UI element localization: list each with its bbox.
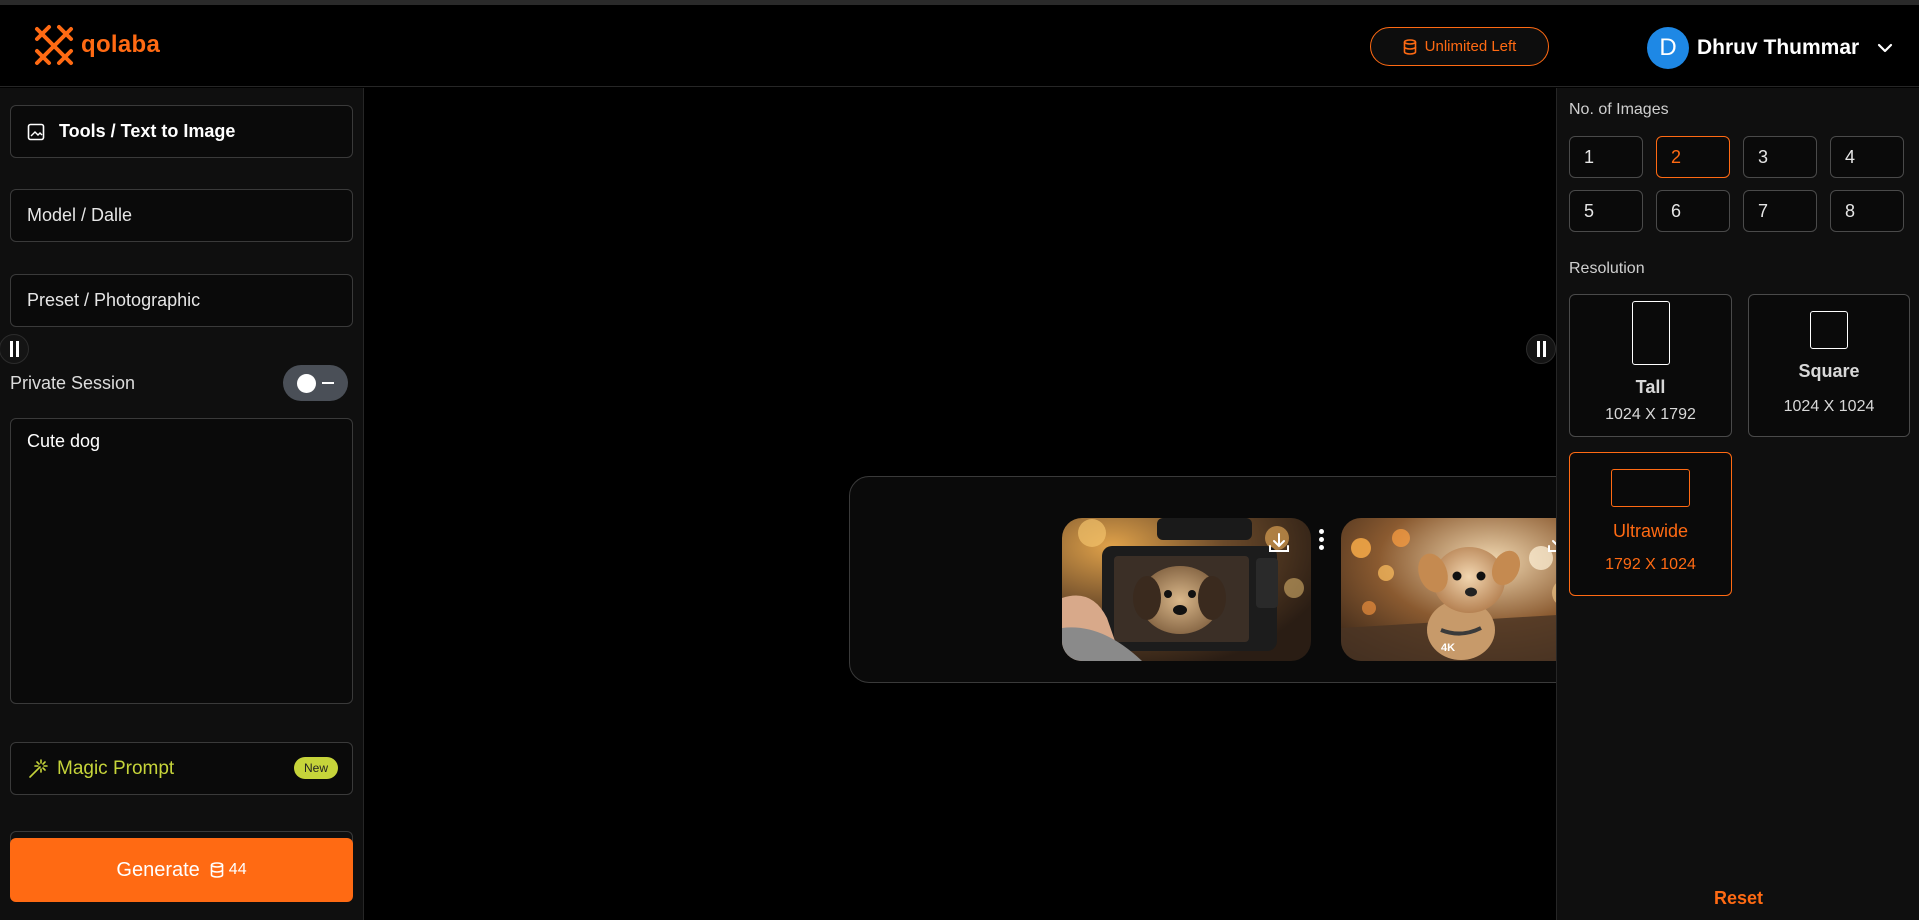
handle-bar: [9, 341, 13, 357]
app-header: qolaba Unlimited Left D Dhruv Thummar: [0, 5, 1919, 87]
left-sidebar: Tools / Text to Image Model / Dalle Pres…: [0, 88, 364, 920]
model-selector[interactable]: Model / Dalle: [10, 189, 353, 242]
handle-bar: [15, 341, 19, 357]
handle-bar: [1536, 341, 1540, 357]
handle-bar: [1542, 341, 1546, 357]
resolution-ultrawide[interactable]: Ultrawide 1792 X 1024: [1569, 452, 1732, 596]
credits-pill[interactable]: Unlimited Left: [1370, 27, 1549, 66]
preset-selector[interactable]: Preset / Photographic: [10, 274, 353, 327]
credits-label: Unlimited Left: [1424, 38, 1517, 55]
database-icon: [1403, 38, 1416, 55]
download-icon[interactable]: [1268, 532, 1290, 554]
collapse-right-handle[interactable]: [1526, 334, 1556, 364]
generate-button[interactable]: Generate 44: [10, 838, 353, 902]
num-option-6[interactable]: 6: [1656, 190, 1730, 232]
chevron-down-icon[interactable]: [1877, 43, 1893, 53]
database-icon: [210, 862, 224, 878]
dot: [1319, 545, 1324, 550]
generate-label: Generate: [116, 858, 200, 881]
image-icon: [27, 123, 45, 140]
resolution-label: Resolution: [1569, 260, 1645, 277]
user-menu[interactable]: D Dhruv Thummar: [1647, 27, 1893, 69]
toggle-off-mark: [322, 382, 334, 384]
num-option-1[interactable]: 1: [1569, 136, 1643, 178]
tool-label: Tools / Text to Image: [59, 121, 236, 141]
resolution-tall[interactable]: Tall 1024 X 1792: [1569, 294, 1732, 437]
num-option-2[interactable]: 2: [1656, 136, 1730, 178]
collapse-left-handle[interactable]: [0, 334, 29, 364]
num-option-7[interactable]: 7: [1743, 190, 1817, 232]
square-shape-icon: [1810, 311, 1848, 349]
image-1-more-icon[interactable]: [1319, 529, 1325, 550]
right-settings-panel: No. of Images 1 2 3 4 5 6 7 8 Resolution…: [1526, 88, 1919, 920]
tool-selector[interactable]: Tools / Text to Image: [10, 105, 353, 158]
generated-image-2[interactable]: 4K: [1341, 518, 1590, 661]
num-option-3[interactable]: 3: [1743, 136, 1817, 178]
logo-text: qolaba: [81, 31, 161, 58]
num-option-5[interactable]: 5: [1569, 190, 1643, 232]
user-name: Dhruv Thummar: [1697, 36, 1860, 59]
resolution-name: Tall: [1635, 377, 1666, 397]
private-session-toggle[interactable]: [283, 365, 348, 401]
avatar: D: [1647, 27, 1689, 69]
logo[interactable]: qolaba: [33, 23, 160, 67]
resolution-size: 1024 X 1792: [1605, 406, 1696, 423]
resolution-size: 1792 X 1024: [1605, 556, 1696, 573]
resolution-size: 1024 X 1024: [1783, 398, 1875, 415]
image-2-overlay: 4K: [1441, 642, 1455, 654]
dot: [1319, 529, 1324, 534]
toggle-knob: [297, 374, 316, 393]
resolution-name: Square: [1798, 361, 1860, 381]
qolaba-logo-icon: [35, 25, 73, 65]
generate-cost: 44: [210, 861, 247, 879]
ultrawide-shape-icon: [1611, 469, 1690, 507]
num-option-4[interactable]: 4: [1830, 136, 1904, 178]
results-canvas: 4K: [365, 88, 1802, 920]
tall-shape-icon: [1631, 301, 1670, 365]
prompt-input[interactable]: [10, 418, 353, 704]
num-images-label: No. of Images: [1569, 101, 1669, 118]
resolution-name: Ultrawide: [1612, 521, 1689, 541]
preset-label: Preset / Photographic: [27, 290, 201, 310]
dot: [1319, 537, 1324, 542]
new-badge: New: [293, 757, 338, 779]
magic-wand-icon: [29, 758, 48, 778]
magic-prompt-button[interactable]: Magic Prompt New: [10, 742, 353, 795]
private-session-label: Private Session: [10, 373, 136, 393]
generated-image-1[interactable]: [1062, 518, 1311, 661]
generate-cost-value: 44: [228, 861, 247, 878]
model-label: Model / Dalle: [27, 205, 133, 225]
magic-prompt-label: Magic Prompt: [57, 757, 175, 779]
num-option-8[interactable]: 8: [1830, 190, 1904, 232]
resolution-square[interactable]: Square 1024 X 1024: [1748, 294, 1910, 437]
reset-button[interactable]: Reset: [1714, 888, 1763, 909]
